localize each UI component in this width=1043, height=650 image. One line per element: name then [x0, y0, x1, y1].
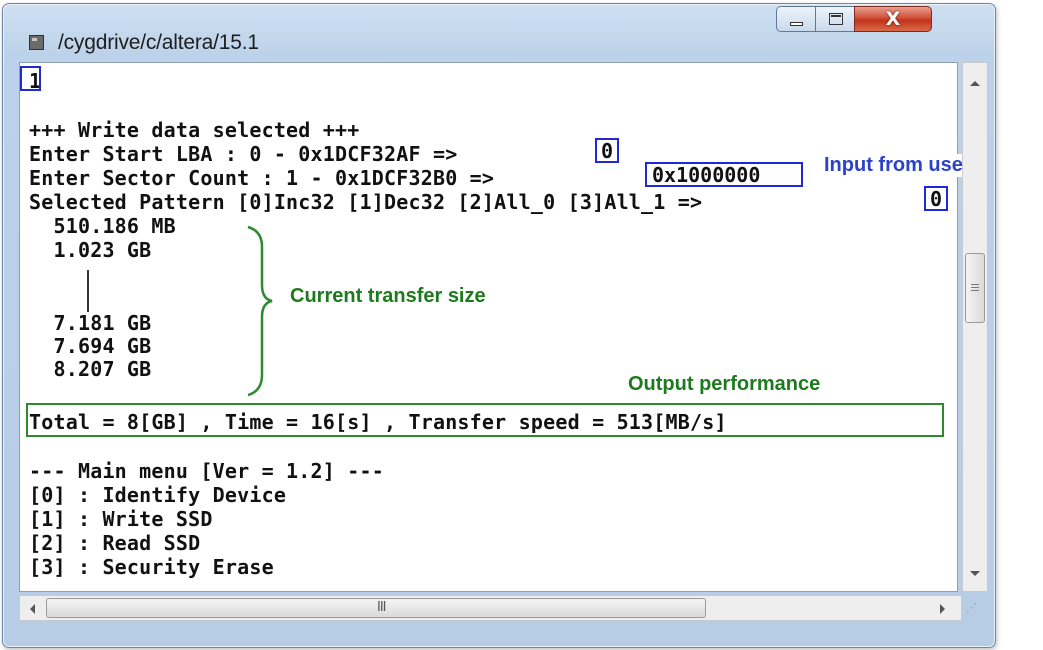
menu-item-identify-device: [0] : Identify Device: [29, 483, 287, 507]
start-lba-input-highlight: 0: [595, 138, 619, 163]
current-transfer-size-annotation: Current transfer size: [290, 285, 486, 307]
console-output[interactable]: 1 +++ Write data selected +++ Enter Star…: [19, 62, 958, 592]
transfer-size-brace: [247, 225, 273, 397]
window-title: /cygdrive/c/altera/15.1: [58, 31, 259, 54]
grip-line: [971, 287, 979, 288]
sector-count-input-value: 0x1000000: [652, 163, 761, 187]
console-line: 1.023 GB: [29, 238, 152, 262]
minimize-button[interactable]: [776, 6, 816, 32]
caption-buttons: X: [776, 6, 932, 34]
pattern-input-highlight: 0: [924, 186, 948, 211]
console-line: Enter Sector Count : 1 - 0x1DCF32B0 =>: [29, 166, 507, 190]
horizontal-scrollbar[interactable]: III: [19, 595, 962, 621]
close-button[interactable]: X: [854, 6, 932, 32]
menu-item-write-ssd: [1] : Write SSD: [29, 507, 213, 531]
grip-line: [971, 284, 979, 285]
user-input-highlight: [20, 66, 41, 91]
scroll-right-icon[interactable]: [940, 604, 945, 614]
resize-grip-icon[interactable]: ⋰: [966, 601, 984, 619]
close-icon: X: [885, 8, 901, 30]
maximize-button[interactable]: [815, 6, 855, 32]
sector-count-input-highlight: 0x1000000: [645, 162, 803, 187]
menu-item-read-ssd: [2] : Read SSD: [29, 531, 201, 555]
grip-line: [971, 290, 979, 291]
console-line: 7.181 GB: [29, 311, 152, 335]
start-lba-input-value: 0: [601, 139, 614, 163]
console-line: 510.186 MB: [29, 214, 176, 238]
console-line: Selected Pattern [0]Inc32 [1]Dec32 [2]Al…: [29, 190, 715, 214]
grip-icon: III: [377, 600, 386, 615]
scroll-up-icon[interactable]: [970, 81, 980, 86]
continuation-bar: [87, 270, 89, 312]
console-line: Enter Start LBA : 0 - 0x1DCF32AF =>: [29, 142, 470, 166]
pattern-input-value: 0: [930, 187, 943, 211]
vertical-scrollbar[interactable]: [962, 62, 988, 592]
minimize-icon: [790, 22, 803, 26]
main-menu-header: --- Main menu [Ver = 1.2] ---: [29, 459, 384, 483]
maximize-icon: [829, 13, 843, 25]
performance-highlight-box: [26, 403, 944, 437]
horizontal-scroll-thumb[interactable]: III: [46, 598, 706, 618]
input-from-user-annotation: Input from user: [820, 154, 975, 177]
output-performance-annotation: Output performance: [628, 373, 821, 395]
console-line: 7.694 GB: [29, 334, 152, 358]
scroll-left-icon[interactable]: [30, 604, 35, 614]
console-line: +++ Write data selected +++: [29, 118, 360, 142]
console-line: 8.207 GB: [29, 357, 152, 381]
menu-item-security-erase: [3] : Security Erase: [29, 555, 274, 579]
terminal-app-icon[interactable]: [29, 35, 44, 50]
vertical-scroll-thumb[interactable]: [965, 253, 985, 323]
scroll-down-icon[interactable]: [970, 571, 980, 576]
